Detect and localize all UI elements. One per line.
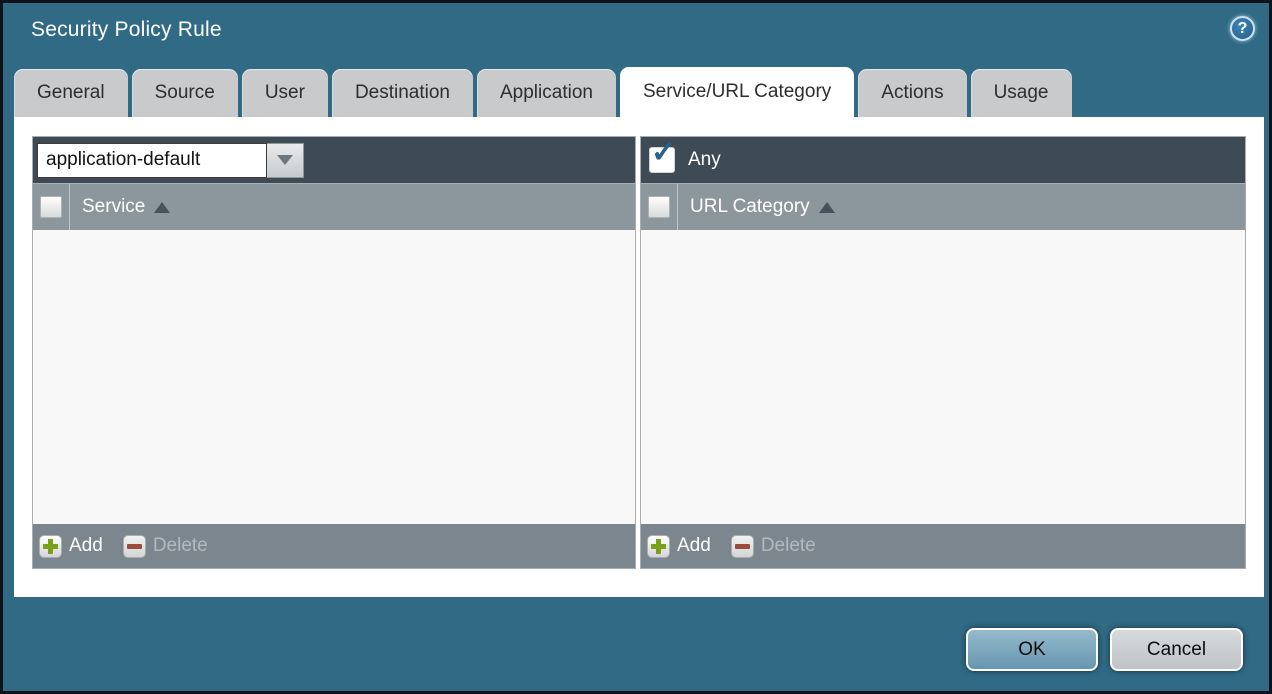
minus-icon (123, 535, 146, 558)
checkmark-icon: ✓ (651, 138, 676, 168)
url-category-delete-button[interactable]: Delete (731, 535, 816, 558)
url-category-delete-label: Delete (761, 535, 816, 557)
tab-application[interactable]: Application (477, 69, 616, 117)
any-checkbox[interactable]: ✓ (649, 147, 675, 173)
plus-icon (39, 535, 62, 558)
service-column-header[interactable]: Service (82, 196, 145, 218)
ok-button[interactable]: OK (966, 628, 1098, 671)
service-footer: Add Delete (33, 524, 635, 568)
dialog-title: Security Policy Rule (31, 18, 222, 42)
security-policy-rule-dialog: { "dialog": { "title": "Security Policy … (0, 0, 1272, 694)
service-select-all-checkbox[interactable] (40, 196, 62, 218)
tab-bar: General Source User Destination Applicat… (14, 67, 1072, 117)
service-add-button[interactable]: Add (39, 535, 103, 558)
help-icon[interactable]: ? (1230, 16, 1255, 41)
url-category-column-header[interactable]: URL Category (690, 196, 810, 218)
service-toolbar (33, 137, 635, 183)
url-category-add-label: Add (677, 535, 711, 557)
chevron-down-icon (277, 155, 293, 165)
minus-icon (731, 535, 754, 558)
service-delete-label: Delete (153, 535, 208, 557)
service-table-header: Service (33, 183, 635, 230)
any-label: Any (688, 149, 721, 171)
url-category-select-all-cell (641, 184, 678, 230)
url-category-table-header: URL Category (641, 183, 1245, 230)
service-type-dropdown-button[interactable] (267, 143, 304, 178)
tab-destination[interactable]: Destination (332, 69, 473, 117)
url-category-panel: ✓ Any URL Category Add Delete (640, 136, 1246, 569)
url-category-table-body (641, 230, 1245, 524)
service-panel: Service Add Delete (32, 136, 636, 569)
tab-usage[interactable]: Usage (971, 69, 1072, 117)
tab-content: Service Add Delete ✓ Any URL (14, 117, 1264, 597)
url-category-footer: Add Delete (641, 524, 1245, 568)
tab-user[interactable]: User (242, 69, 328, 117)
service-add-label: Add (69, 535, 103, 557)
service-select-all-cell (33, 184, 70, 230)
tab-service-url-category[interactable]: Service/URL Category (620, 67, 854, 117)
url-category-add-button[interactable]: Add (647, 535, 711, 558)
plus-icon (647, 535, 670, 558)
tab-general[interactable]: General (14, 69, 128, 117)
url-category-toolbar: ✓ Any (641, 137, 1245, 183)
url-category-select-all-checkbox[interactable] (648, 196, 670, 218)
tab-source[interactable]: Source (132, 69, 238, 117)
service-table-body (33, 230, 635, 524)
service-type-input[interactable] (37, 143, 267, 178)
cancel-button[interactable]: Cancel (1110, 628, 1243, 671)
service-delete-button[interactable]: Delete (123, 535, 208, 558)
service-type-dropdown (37, 143, 304, 178)
sort-ascending-icon (819, 202, 835, 213)
tab-actions[interactable]: Actions (858, 69, 966, 117)
sort-ascending-icon (154, 202, 170, 213)
